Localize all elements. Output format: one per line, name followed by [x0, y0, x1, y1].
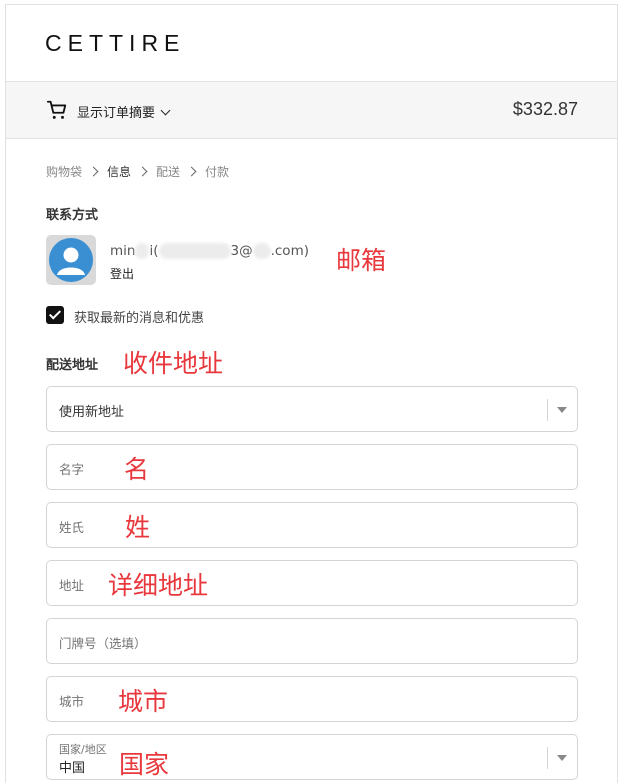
- caret-down-icon: [557, 755, 567, 761]
- select-divider: [547, 399, 548, 421]
- redacted-text: [252, 243, 271, 259]
- order-total: $332.87: [512, 99, 578, 119]
- last-name-placeholder: 姓氏: [59, 520, 85, 535]
- annotation-last-name: 姓: [125, 513, 151, 542]
- show-order-summary-toggle[interactable]: 显示订单摘要: [77, 102, 171, 121]
- breadcrumb-cart[interactable]: 购物袋: [46, 163, 82, 180]
- annotation-address: 详细地址: [108, 571, 209, 600]
- chevron-right-icon: [186, 166, 197, 177]
- annotation-country: 国家: [119, 750, 170, 779]
- breadcrumb-information: 信息: [107, 165, 132, 179]
- logout-link[interactable]: 登出: [110, 265, 134, 282]
- newsletter-label[interactable]: 获取最新的消息和优惠: [74, 307, 204, 326]
- apartment-placeholder: 门牌号（选填）: [59, 636, 147, 651]
- account-email: min i(3@ .com): [110, 243, 309, 259]
- address-placeholder: 地址: [59, 578, 85, 593]
- avatar: [46, 235, 96, 285]
- redacted-text: [135, 243, 150, 259]
- caret-down-icon: [557, 407, 567, 413]
- user-icon: [49, 238, 93, 282]
- order-summary-bar[interactable]: 显示订单摘要 $332.87: [6, 81, 617, 139]
- chevron-down-icon: [160, 105, 171, 116]
- saved-address-value: 使用新地址: [59, 405, 125, 420]
- shipping-section-title: 配送地址: [46, 358, 99, 373]
- contact-section-title: 联系方式: [46, 208, 99, 223]
- country-label: 国家/地区: [59, 743, 107, 756]
- annotation-shipping-address: 收件地址: [123, 349, 224, 378]
- chevron-right-icon: [88, 166, 99, 177]
- annotation-first-name: 名: [124, 455, 150, 484]
- annotation-email: 邮箱: [336, 246, 387, 275]
- apartment-field[interactable]: 门牌号（选填）: [46, 618, 578, 664]
- select-divider: [547, 747, 548, 769]
- breadcrumb-shipping: 配送: [156, 165, 181, 179]
- newsletter-checkbox[interactable]: [46, 306, 64, 324]
- first-name-placeholder: 名字: [59, 462, 85, 477]
- breadcrumb: 购物袋 信息 配送 付款: [46, 163, 229, 180]
- chevron-right-icon: [137, 166, 148, 177]
- country-value: 中国: [59, 761, 86, 776]
- annotation-city: 城市: [118, 687, 169, 716]
- summary-toggle-label: 显示订单摘要: [77, 106, 156, 121]
- cart-icon: [46, 100, 67, 119]
- brand-logo[interactable]: CETTIRE: [45, 30, 185, 57]
- city-placeholder: 城市: [59, 694, 85, 709]
- redacted-text: [158, 243, 231, 259]
- breadcrumb-payment: 付款: [205, 165, 230, 179]
- saved-address-select[interactable]: 使用新地址: [46, 386, 578, 432]
